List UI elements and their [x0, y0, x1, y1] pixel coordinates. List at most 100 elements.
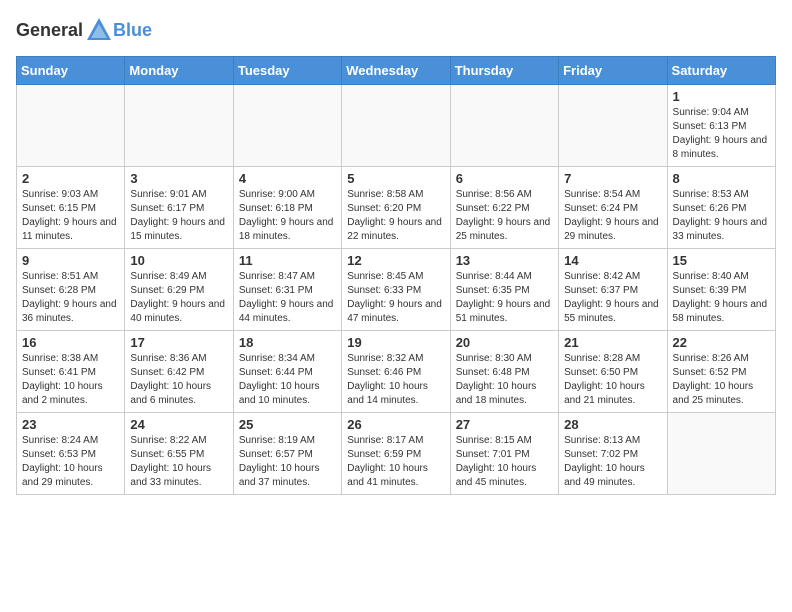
day-info: Sunrise: 9:04 AM Sunset: 6:13 PM Dayligh…: [673, 106, 770, 162]
calendar-cell: [125, 85, 233, 167]
calendar-cell: 4 Sunrise: 9:00 AM Sunset: 6:18 PM Daylig…: [233, 167, 341, 249]
day-number: 6: [456, 171, 553, 186]
week-row-1: 1 Sunrise: 9:04 AM Sunset: 6:13 PM Daylig…: [17, 85, 776, 167]
day-number: 24: [130, 417, 227, 432]
week-row-2: 2 Sunrise: 9:03 AM Sunset: 6:15 PM Daylig…: [17, 167, 776, 249]
day-info: Sunrise: 9:01 AM Sunset: 6:17 PM Dayligh…: [130, 188, 227, 244]
calendar-cell: 11 Sunrise: 8:47 AM Sunset: 6:31 PM Dayli…: [233, 249, 341, 331]
day-info: Sunrise: 8:56 AM Sunset: 6:22 PM Dayligh…: [456, 188, 553, 244]
day-info: Sunrise: 8:44 AM Sunset: 6:35 PM Dayligh…: [456, 270, 553, 326]
weekday-header-sunday: Sunday: [17, 57, 125, 85]
day-number: 9: [22, 253, 119, 268]
calendar-cell: 7 Sunrise: 8:54 AM Sunset: 6:24 PM Daylig…: [559, 167, 667, 249]
calendar-cell: 13 Sunrise: 8:44 AM Sunset: 6:35 PM Dayli…: [450, 249, 558, 331]
day-info: Sunrise: 8:54 AM Sunset: 6:24 PM Dayligh…: [564, 188, 661, 244]
logo: General Blue: [16, 16, 152, 44]
day-number: 13: [456, 253, 553, 268]
day-info: Sunrise: 9:00 AM Sunset: 6:18 PM Dayligh…: [239, 188, 336, 244]
day-info: Sunrise: 8:30 AM Sunset: 6:48 PM Dayligh…: [456, 352, 553, 408]
calendar-cell: 27 Sunrise: 8:15 AM Sunset: 7:01 PM Dayli…: [450, 413, 558, 495]
day-number: 11: [239, 253, 336, 268]
calendar-cell: 24 Sunrise: 8:22 AM Sunset: 6:55 PM Dayli…: [125, 413, 233, 495]
day-info: Sunrise: 8:17 AM Sunset: 6:59 PM Dayligh…: [347, 434, 444, 490]
calendar-cell: 12Sunrise: 8:45 AM Sunset: 6:33 PM Dayli…: [342, 249, 450, 331]
day-number: 19: [347, 335, 444, 350]
day-number: 12: [347, 253, 444, 268]
calendar-cell: 1 Sunrise: 9:04 AM Sunset: 6:13 PM Daylig…: [667, 85, 775, 167]
day-info: Sunrise: 8:42 AM Sunset: 6:37 PM Dayligh…: [564, 270, 661, 326]
weekday-header-tuesday: Tuesday: [233, 57, 341, 85]
day-info: Sunrise: 8:38 AM Sunset: 6:41 PM Dayligh…: [22, 352, 119, 408]
calendar-cell: 20 Sunrise: 8:30 AM Sunset: 6:48 PM Dayli…: [450, 331, 558, 413]
day-number: 22: [673, 335, 770, 350]
calendar-cell: 22Sunrise: 8:26 AM Sunset: 6:52 PM Dayli…: [667, 331, 775, 413]
day-number: 21: [564, 335, 661, 350]
calendar-cell: 19 Sunrise: 8:32 AM Sunset: 6:46 PM Dayli…: [342, 331, 450, 413]
calendar-cell: [450, 85, 558, 167]
day-info: Sunrise: 8:22 AM Sunset: 6:55 PM Dayligh…: [130, 434, 227, 490]
day-number: 15: [673, 253, 770, 268]
day-info: Sunrise: 8:36 AM Sunset: 6:42 PM Dayligh…: [130, 352, 227, 408]
day-number: 1: [673, 89, 770, 104]
day-info: Sunrise: 8:49 AM Sunset: 6:29 PM Dayligh…: [130, 270, 227, 326]
day-info: Sunrise: 8:32 AM Sunset: 6:46 PM Dayligh…: [347, 352, 444, 408]
day-number: 8: [673, 171, 770, 186]
weekday-header-wednesday: Wednesday: [342, 57, 450, 85]
day-number: 10: [130, 253, 227, 268]
calendar-cell: 10 Sunrise: 8:49 AM Sunset: 6:29 PM Dayli…: [125, 249, 233, 331]
day-number: 28: [564, 417, 661, 432]
calendar-cell: 15 Sunrise: 8:40 AM Sunset: 6:39 PM Dayli…: [667, 249, 775, 331]
day-info: Sunrise: 8:24 AM Sunset: 6:53 PM Dayligh…: [22, 434, 119, 490]
calendar-cell: 6 Sunrise: 8:56 AM Sunset: 6:22 PM Daylig…: [450, 167, 558, 249]
day-info: Sunrise: 8:51 AM Sunset: 6:28 PM Dayligh…: [22, 270, 119, 326]
calendar-cell: 23 Sunrise: 8:24 AM Sunset: 6:53 PM Dayli…: [17, 413, 125, 495]
day-info: Sunrise: 8:15 AM Sunset: 7:01 PM Dayligh…: [456, 434, 553, 490]
calendar: SundayMondayTuesdayWednesdayThursdayFrid…: [16, 56, 776, 495]
calendar-cell: 16 Sunrise: 8:38 AM Sunset: 6:41 PM Dayli…: [17, 331, 125, 413]
day-number: 16: [22, 335, 119, 350]
calendar-cell: 28 Sunrise: 8:13 AM Sunset: 7:02 PM Dayli…: [559, 413, 667, 495]
day-info: Sunrise: 8:19 AM Sunset: 6:57 PM Dayligh…: [239, 434, 336, 490]
logo-general: General: [16, 20, 83, 41]
day-number: 23: [22, 417, 119, 432]
weekday-header-saturday: Saturday: [667, 57, 775, 85]
day-number: 25: [239, 417, 336, 432]
day-number: 14: [564, 253, 661, 268]
calendar-cell: [667, 413, 775, 495]
calendar-cell: 17 Sunrise: 8:36 AM Sunset: 6:42 PM Dayli…: [125, 331, 233, 413]
logo-icon: [85, 16, 113, 44]
day-number: 7: [564, 171, 661, 186]
day-number: 5: [347, 171, 444, 186]
day-info: Sunrise: 8:28 AM Sunset: 6:50 PM Dayligh…: [564, 352, 661, 408]
day-info: Sunrise: 8:13 AM Sunset: 7:02 PM Dayligh…: [564, 434, 661, 490]
day-number: 2: [22, 171, 119, 186]
calendar-cell: 26 Sunrise: 8:17 AM Sunset: 6:59 PM Dayli…: [342, 413, 450, 495]
day-info: Sunrise: 8:53 AM Sunset: 6:26 PM Dayligh…: [673, 188, 770, 244]
week-row-3: 9 Sunrise: 8:51 AM Sunset: 6:28 PM Daylig…: [17, 249, 776, 331]
calendar-cell: 18Sunrise: 8:34 AM Sunset: 6:44 PM Dayli…: [233, 331, 341, 413]
day-number: 3: [130, 171, 227, 186]
calendar-cell: [559, 85, 667, 167]
calendar-cell: 25 Sunrise: 8:19 AM Sunset: 6:57 PM Dayli…: [233, 413, 341, 495]
week-row-4: 16 Sunrise: 8:38 AM Sunset: 6:41 PM Dayli…: [17, 331, 776, 413]
calendar-cell: 3 Sunrise: 9:01 AM Sunset: 6:17 PM Daylig…: [125, 167, 233, 249]
day-number: 20: [456, 335, 553, 350]
day-info: Sunrise: 8:40 AM Sunset: 6:39 PM Dayligh…: [673, 270, 770, 326]
calendar-cell: 14 Sunrise: 8:42 AM Sunset: 6:37 PM Dayli…: [559, 249, 667, 331]
day-info: Sunrise: 8:47 AM Sunset: 6:31 PM Dayligh…: [239, 270, 336, 326]
day-number: 27: [456, 417, 553, 432]
weekday-header-monday: Monday: [125, 57, 233, 85]
day-info: Sunrise: 9:03 AM Sunset: 6:15 PM Dayligh…: [22, 188, 119, 244]
day-number: 26: [347, 417, 444, 432]
logo-blue: Blue: [113, 20, 152, 41]
calendar-cell: 21 Sunrise: 8:28 AM Sunset: 6:50 PM Dayli…: [559, 331, 667, 413]
calendar-cell: 5Sunrise: 8:58 AM Sunset: 6:20 PM Daylig…: [342, 167, 450, 249]
header: General Blue: [16, 16, 776, 44]
calendar-cell: 2 Sunrise: 9:03 AM Sunset: 6:15 PM Daylig…: [17, 167, 125, 249]
day-number: 18: [239, 335, 336, 350]
day-number: 4: [239, 171, 336, 186]
calendar-cell: 9 Sunrise: 8:51 AM Sunset: 6:28 PM Daylig…: [17, 249, 125, 331]
calendar-cell: 8 Sunrise: 8:53 AM Sunset: 6:26 PM Daylig…: [667, 167, 775, 249]
day-number: 17: [130, 335, 227, 350]
calendar-cell: [17, 85, 125, 167]
